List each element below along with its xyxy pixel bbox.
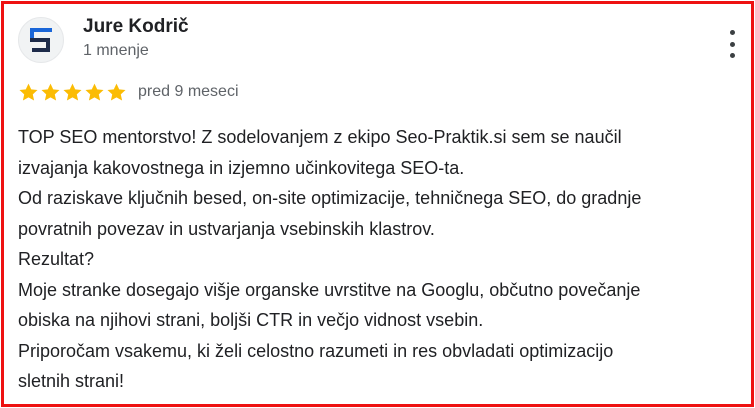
review-text-line: Moje stranke dosegajo višje organske uvr… bbox=[18, 279, 641, 300]
review-text-line: Od raziskave ključnih besed, on-site opt… bbox=[18, 188, 642, 208]
review-date: pred 9 meseci bbox=[138, 83, 239, 100]
review-text-line: TOP SEO mentorstvo! Z sodelovanjem z eki… bbox=[18, 127, 622, 147]
review-card-highlight: Jure Kodrič 1 mnenje pred 9 meseci TOP S… bbox=[1, 1, 754, 407]
author-name[interactable]: Jure Kodrič bbox=[83, 16, 189, 38]
more-options-button[interactable] bbox=[723, 26, 741, 62]
more-vertical-icon bbox=[729, 41, 735, 47]
review-text-line: Priporočam vsakemu, ki želi celostno raz… bbox=[18, 340, 614, 361]
rating-row: pred 9 meseci bbox=[18, 78, 239, 106]
more-vertical-icon bbox=[729, 30, 735, 35]
star-icon bbox=[107, 83, 126, 101]
star-icon bbox=[41, 83, 60, 101]
author-avatar[interactable] bbox=[18, 17, 64, 63]
review-text-line: Rezultat? bbox=[18, 249, 95, 269]
star-rating bbox=[18, 82, 127, 103]
star-icon bbox=[63, 83, 82, 101]
more-vertical-icon bbox=[729, 53, 735, 58]
star-icon bbox=[19, 83, 38, 101]
review-text-line: obiska na njihovi strani, boljši CTR in … bbox=[18, 310, 484, 330]
star-icon bbox=[85, 83, 104, 101]
review-text-line: sletnih strani! bbox=[18, 371, 125, 391]
review-text-line: povratnih povezav in ustvarjanja vsebins… bbox=[18, 218, 435, 239]
author-review-count: 1 mnenje bbox=[83, 42, 149, 59]
review-text-line: izvajanja kakovostnega in izjemno učinko… bbox=[18, 157, 465, 178]
seo-logo-icon bbox=[30, 28, 52, 52]
review-text: TOP SEO mentorstvo! Z sodelovanjem z eki… bbox=[18, 122, 743, 397]
